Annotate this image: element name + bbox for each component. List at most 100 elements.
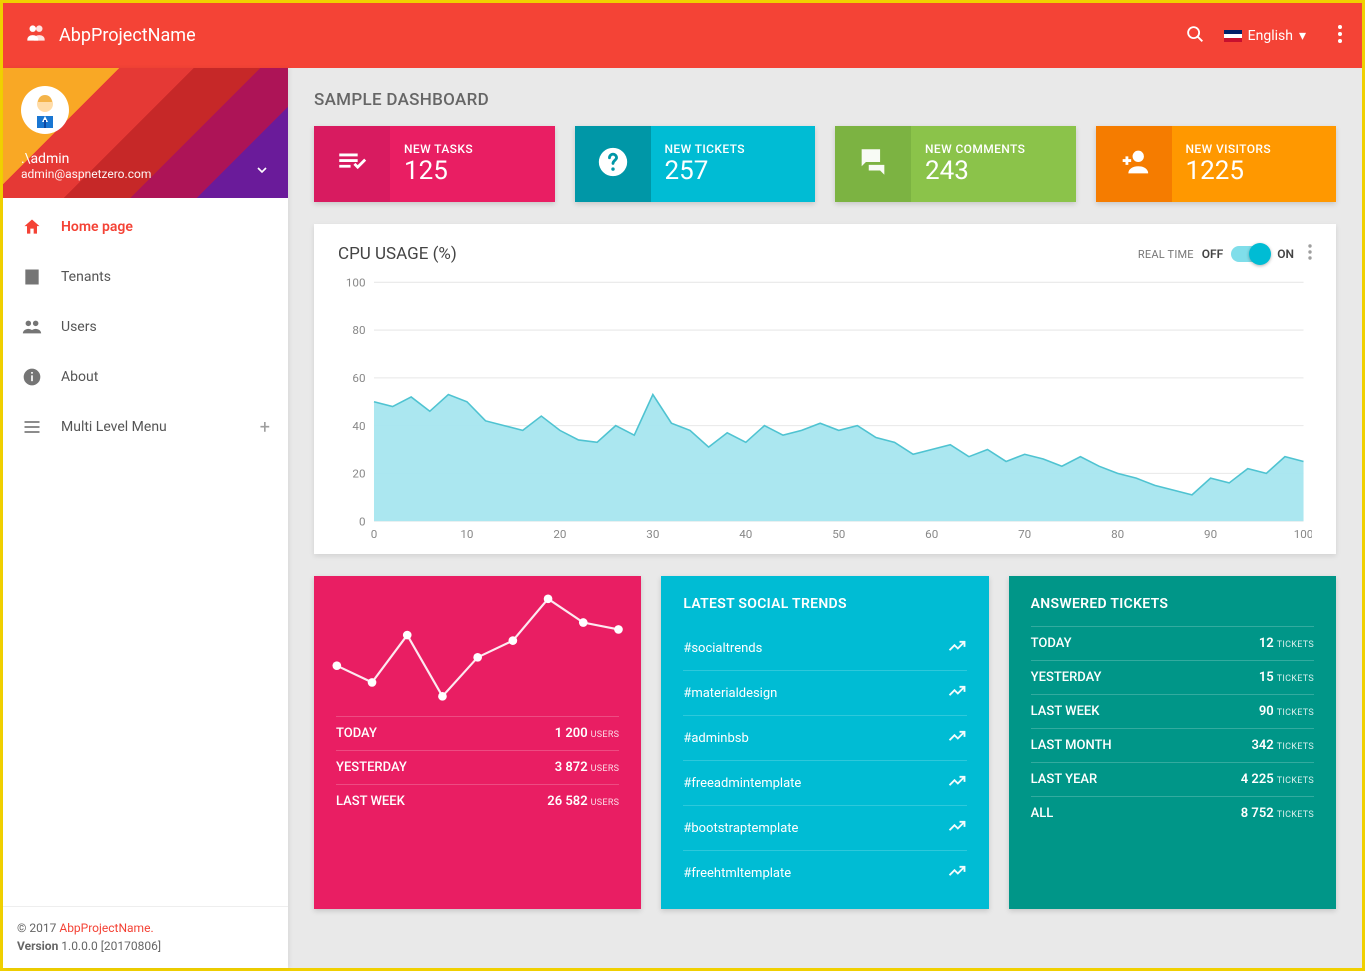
trending-up-icon xyxy=(947,861,967,885)
user-email: admin@aspnetzero.com xyxy=(21,167,270,181)
stat-value: 243 xyxy=(925,156,1062,186)
stat-new-visitors[interactable]: NEW VISITORS1225 xyxy=(1096,126,1337,202)
stat-new-comments[interactable]: NEW COMMENTS243 xyxy=(835,126,1076,202)
stat-new-tasks[interactable]: NEW TASKS125 xyxy=(314,126,555,202)
nav-users[interactable]: Users xyxy=(3,302,288,352)
svg-text:60: 60 xyxy=(925,527,938,541)
svg-text:0: 0 xyxy=(371,527,378,541)
sidebar-footer: © 2017 AbpProjectName. Version 1.0.0.0 [… xyxy=(3,906,288,968)
switch-off-label: OFF xyxy=(1202,247,1223,261)
language-selector[interactable]: English ▾ xyxy=(1224,28,1306,44)
trending-up-icon xyxy=(947,726,967,750)
row-key: YESTERDAY xyxy=(336,760,407,775)
trend-item[interactable]: #adminbsb xyxy=(683,715,966,760)
row-unit: USERS xyxy=(591,798,620,808)
trending-up-icon xyxy=(947,636,967,660)
footer-project: AbpProjectName. xyxy=(59,921,153,935)
users-row: YESTERDAY 3 872USERS xyxy=(336,750,619,784)
help-icon xyxy=(596,145,630,183)
trend-text: #adminbsb xyxy=(683,731,748,746)
menu-icon xyxy=(21,416,43,438)
answered-row: LAST WEEK90TICKETS xyxy=(1031,694,1314,728)
trend-text: #freehtmltemplate xyxy=(683,866,791,881)
svg-text:100: 100 xyxy=(1294,527,1312,541)
brand[interactable]: AbpProjectName xyxy=(23,20,196,51)
svg-text:80: 80 xyxy=(352,323,365,337)
stat-label: NEW VISITORS xyxy=(1186,142,1323,156)
topbar-more-icon[interactable] xyxy=(1338,25,1342,47)
user-menu-toggle[interactable] xyxy=(254,162,270,182)
expand-icon[interactable]: + xyxy=(260,417,270,438)
row-key: LAST YEAR xyxy=(1031,772,1098,787)
nav-home[interactable]: Home page xyxy=(3,202,288,252)
answered-row: LAST YEAR4 225TICKETS xyxy=(1031,762,1314,796)
nav-tenants[interactable]: Tenants xyxy=(3,252,288,302)
bottom-panels: TODAY1 200USERSYESTERDAY3 872USERSLAST W… xyxy=(314,576,1336,909)
trending-up-icon xyxy=(947,681,967,705)
caret-down-icon: ▾ xyxy=(1299,28,1306,44)
users-row: TODAY1 200USERS xyxy=(336,716,619,750)
trend-item[interactable]: #socialtrends xyxy=(683,626,966,670)
trend-item[interactable]: #freehtmltemplate xyxy=(683,850,966,895)
row-value: 342 xyxy=(1251,738,1273,753)
svg-text:40: 40 xyxy=(352,419,365,433)
nav-label: About xyxy=(61,369,98,385)
topbar: AbpProjectName English ▾ xyxy=(3,3,1362,68)
svg-text:40: 40 xyxy=(739,527,752,541)
trends-panel: LATEST SOCIAL TRENDS #socialtrends #mater… xyxy=(661,576,988,909)
page-title: SAMPLE DASHBOARD xyxy=(314,90,1336,110)
svg-text:30: 30 xyxy=(646,527,659,541)
trend-text: #freeadmintemplate xyxy=(683,776,801,791)
sidebar: .\admin admin@aspnetzero.com Home page T… xyxy=(3,68,288,968)
answered-row: ALL8 752TICKETS xyxy=(1031,796,1314,830)
row-unit: TICKETS xyxy=(1277,742,1314,752)
nav-multilevel[interactable]: Multi Level Menu + xyxy=(3,402,288,452)
cpu-title: CPU USAGE (%) xyxy=(338,244,457,264)
row-key: YESTERDAY xyxy=(1031,670,1102,685)
version-label: Version xyxy=(17,939,58,953)
trend-item[interactable]: #freeadmintemplate xyxy=(683,760,966,805)
stat-value: 257 xyxy=(665,156,802,186)
svg-text:50: 50 xyxy=(832,527,845,541)
trend-item[interactable]: #bootstraptemplate xyxy=(683,805,966,850)
stat-value: 125 xyxy=(404,156,541,186)
language-label: English xyxy=(1248,28,1293,44)
row-key: TODAY xyxy=(336,726,377,741)
trend-item[interactable]: #materialdesign xyxy=(683,670,966,715)
realtime-label: REAL TIME xyxy=(1138,248,1194,261)
brand-icon xyxy=(23,20,49,51)
trends-title: LATEST SOCIAL TRENDS xyxy=(683,596,966,612)
row-value: 3 872 xyxy=(555,760,588,775)
nav-label: Tenants xyxy=(61,269,111,285)
cpu-chart: 0204060801000102030405060708090100 xyxy=(338,274,1312,544)
stat-label: NEW TICKETS xyxy=(665,142,802,156)
flag-icon xyxy=(1224,30,1242,42)
svg-text:0: 0 xyxy=(359,514,366,528)
avatar[interactable] xyxy=(21,86,69,134)
row-value: 90 xyxy=(1259,704,1274,719)
row-value: 8 752 xyxy=(1241,806,1274,821)
trend-text: #socialtrends xyxy=(683,641,762,656)
info-icon xyxy=(21,366,43,388)
sidebar-user-panel: .\admin admin@aspnetzero.com xyxy=(3,68,288,198)
svg-text:20: 20 xyxy=(352,467,365,481)
row-unit: USERS xyxy=(591,764,620,774)
svg-text:90: 90 xyxy=(1204,527,1217,541)
spark-chart xyxy=(326,588,629,698)
nav-label: Users xyxy=(61,319,97,335)
nav-about[interactable]: About xyxy=(3,352,288,402)
svg-text:80: 80 xyxy=(1111,527,1124,541)
user-name: .\admin xyxy=(21,151,270,167)
stat-new-tickets[interactable]: NEW TICKETS257 xyxy=(575,126,816,202)
row-key: ALL xyxy=(1031,806,1054,821)
svg-text:60: 60 xyxy=(352,371,365,385)
row-key: TODAY xyxy=(1031,636,1072,651)
search-icon[interactable] xyxy=(1184,23,1206,49)
copyright: © 2017 xyxy=(17,921,59,935)
cpu-more-icon[interactable] xyxy=(1308,244,1312,264)
trend-text: #materialdesign xyxy=(683,686,777,701)
stat-label: NEW TASKS xyxy=(404,142,541,156)
nav-label: Home page xyxy=(61,219,133,235)
realtime-switch[interactable] xyxy=(1231,246,1269,262)
row-value: 12 xyxy=(1259,636,1274,651)
